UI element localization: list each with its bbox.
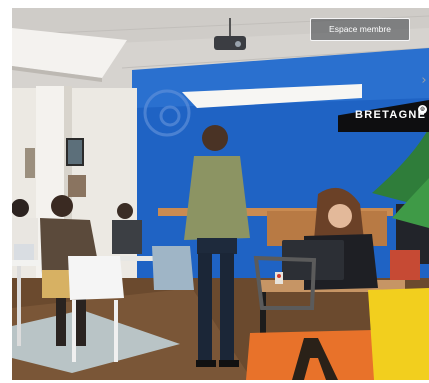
wall-frame-2 bbox=[68, 175, 86, 197]
chair-blue bbox=[152, 246, 194, 290]
region-label: BRETAGNE bbox=[355, 109, 427, 121]
region-mark-icon: ◎ bbox=[418, 105, 427, 114]
member-area-button[interactable]: Espace membre bbox=[310, 18, 410, 41]
chair-white bbox=[68, 256, 124, 300]
person-standing bbox=[202, 125, 228, 151]
chevron-right-icon[interactable]: › bbox=[419, 73, 429, 89]
hero-photo: Espace membre BRETAGNE ◎ bbox=[12, 8, 429, 380]
projector bbox=[214, 36, 246, 50]
coworking-scene bbox=[12, 8, 429, 380]
cushion-yellow bbox=[368, 288, 429, 380]
laptop-left bbox=[14, 244, 34, 260]
